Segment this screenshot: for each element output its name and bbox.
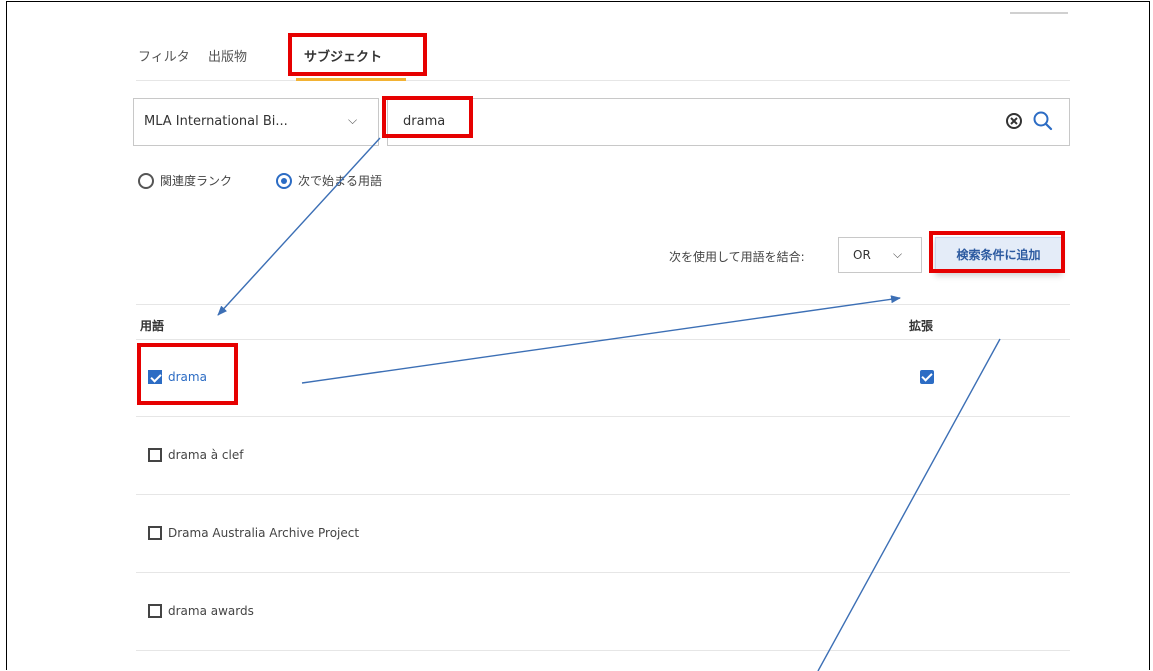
chevron-down-icon: ⌵ <box>893 247 903 261</box>
search-input[interactable]: drama <box>387 98 1070 146</box>
column-header-explode: 拡張 <box>909 319 934 333</box>
table-row: Drama Australia Archive Project <box>136 495 1070 573</box>
tab-filter[interactable]: フィルタ <box>138 46 190 65</box>
term-label: drama awards <box>168 604 254 618</box>
tab-publications[interactable]: 出版物 <box>208 46 247 65</box>
tab-subjects[interactable]: サブジェクト <box>304 46 382 65</box>
radio-label: 次で始まる用語 <box>298 174 383 188</box>
database-select[interactable]: MLA International Bi... ⌵ <box>133 98 379 146</box>
term-checkbox[interactable] <box>148 370 162 384</box>
explode-checkbox[interactable] <box>920 370 934 384</box>
clear-icon[interactable] <box>1003 110 1025 132</box>
radio-button[interactable] <box>138 172 154 189</box>
radio-label: 関連度ランク <box>160 174 233 188</box>
active-tab-indicator <box>296 78 406 81</box>
table-row: drama à clef <box>136 417 1070 495</box>
term-checkbox[interactable] <box>148 604 162 618</box>
combine-operator-value: OR <box>853 248 871 262</box>
tab-bar: フィルタ 出版物 サブジェクト <box>136 40 1070 81</box>
search-icon[interactable] <box>1031 109 1055 133</box>
term-checkbox[interactable] <box>148 526 162 540</box>
term-label: drama à clef <box>168 448 244 462</box>
radio-starts-with[interactable]: 次で始まる用語 <box>276 172 382 189</box>
search-input-value: drama <box>403 114 446 129</box>
term-checkbox[interactable] <box>148 448 162 462</box>
window-edge <box>1010 0 1068 14</box>
combine-operator-select[interactable]: OR ⌵ <box>838 237 922 273</box>
column-header-term: 用語 <box>140 319 165 333</box>
combine-label: 次を使用して用語を結合: <box>669 250 805 264</box>
add-to-search-button[interactable]: 検索条件に追加 <box>935 237 1062 273</box>
radio-relevance[interactable]: 関連度ランク <box>138 172 232 189</box>
term-link[interactable]: drama <box>168 370 207 384</box>
radio-button-selected[interactable] <box>276 172 292 189</box>
chevron-down-icon: ⌵ <box>348 113 358 127</box>
term-label: Drama Australia Archive Project <box>168 526 360 540</box>
table-row: drama <box>136 339 1070 417</box>
table-header: 用語 拡張 <box>136 304 1070 340</box>
table-row: drama awards <box>136 573 1070 651</box>
database-select-value: MLA International Bi... <box>144 114 288 129</box>
